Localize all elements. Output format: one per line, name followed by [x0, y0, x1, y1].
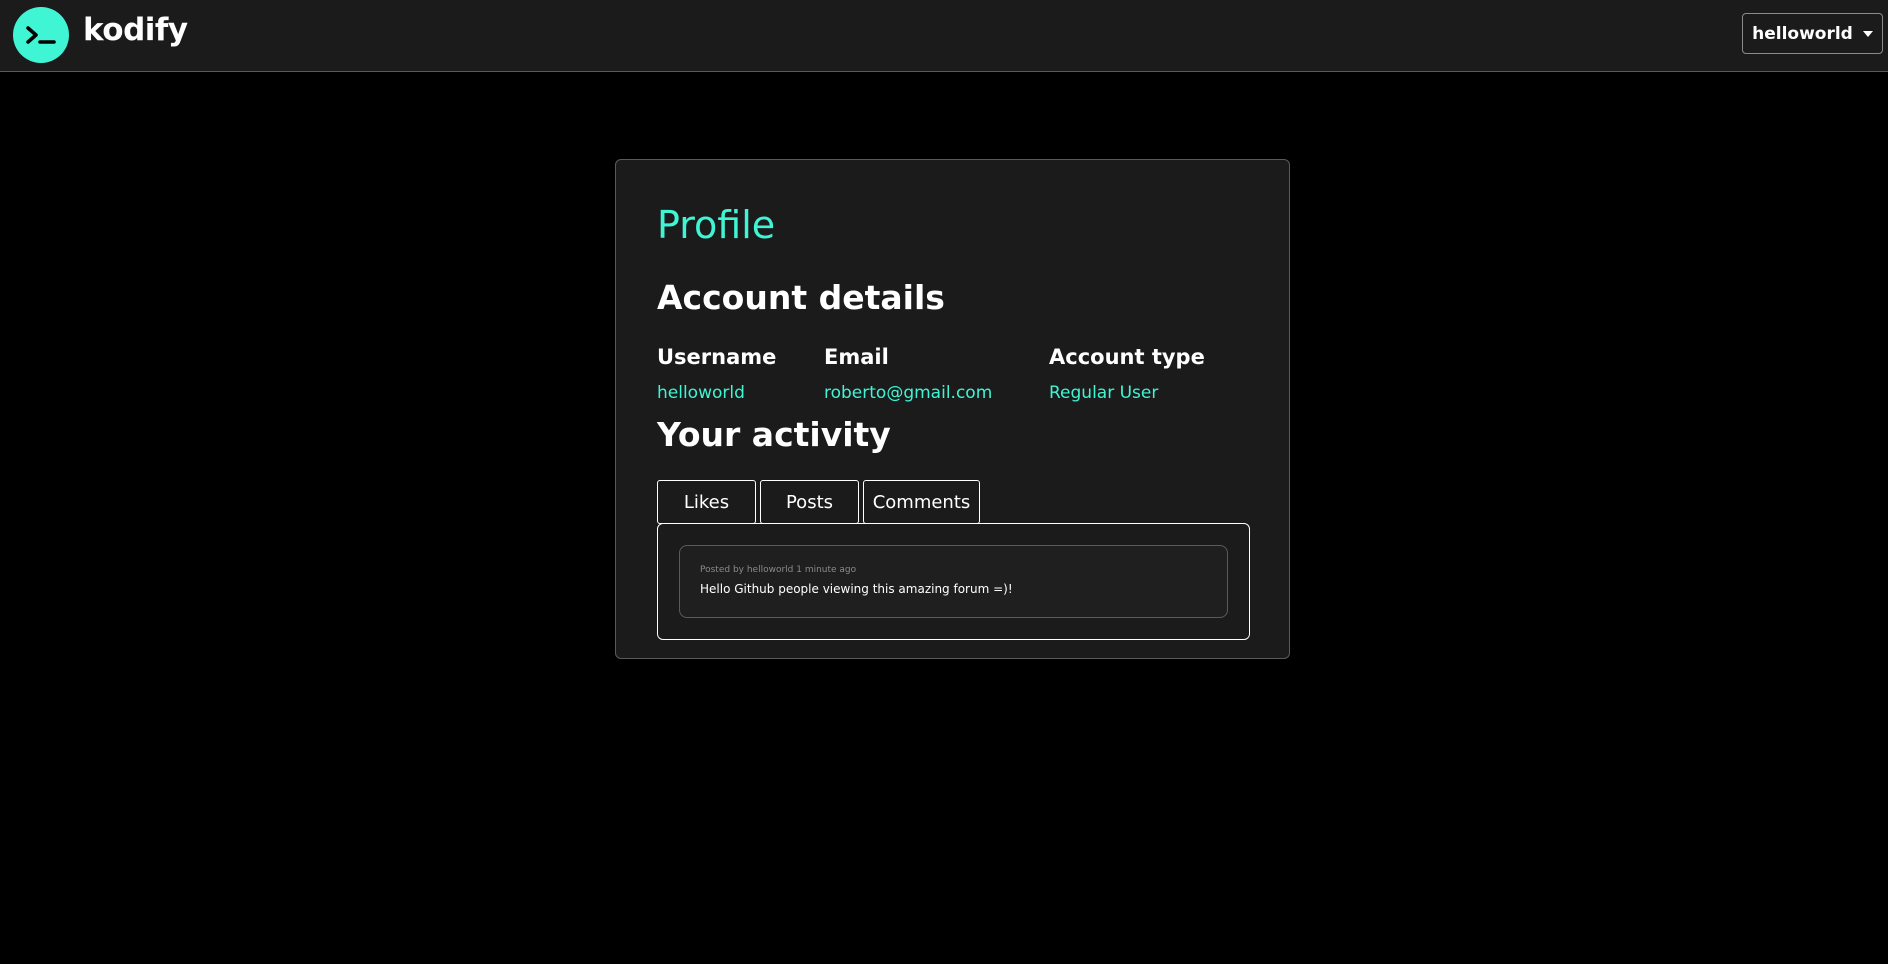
caret-down-icon: [1862, 31, 1873, 37]
email-label: Email: [824, 345, 889, 369]
account-details-heading: Account details: [657, 278, 945, 317]
username-label: Username: [657, 345, 777, 369]
your-activity-heading: Your activity: [657, 415, 891, 454]
account-type-label: Account type: [1049, 345, 1205, 369]
activity-tabs: Likes Posts Comments: [657, 480, 980, 524]
terminal-prompt-icon[interactable]: [13, 7, 69, 63]
post-text: Hello Github people viewing this amazing…: [700, 582, 1013, 596]
brand-name[interactable]: kodify: [83, 10, 188, 50]
tab-likes[interactable]: Likes: [657, 480, 756, 524]
activity-item[interactable]: Posted by helloworld 1 minute ago Hello …: [679, 545, 1228, 618]
username-value: helloworld: [657, 383, 745, 403]
profile-card: Profile Account details Username hellowo…: [615, 159, 1290, 659]
user-menu-label: helloworld: [1752, 23, 1853, 44]
account-type-value: Regular User: [1049, 383, 1159, 403]
tab-posts[interactable]: Posts: [760, 480, 859, 524]
activity-panel: Posted by helloworld 1 minute ago Hello …: [657, 523, 1250, 640]
page-title: Profile: [657, 203, 776, 247]
post-meta: Posted by helloworld 1 minute ago: [700, 565, 857, 575]
top-navbar: kodify helloworld: [0, 0, 1888, 72]
user-menu-dropdown[interactable]: helloworld: [1742, 13, 1883, 54]
tab-comments[interactable]: Comments: [863, 480, 980, 524]
email-value: roberto@gmail.com: [824, 383, 993, 403]
